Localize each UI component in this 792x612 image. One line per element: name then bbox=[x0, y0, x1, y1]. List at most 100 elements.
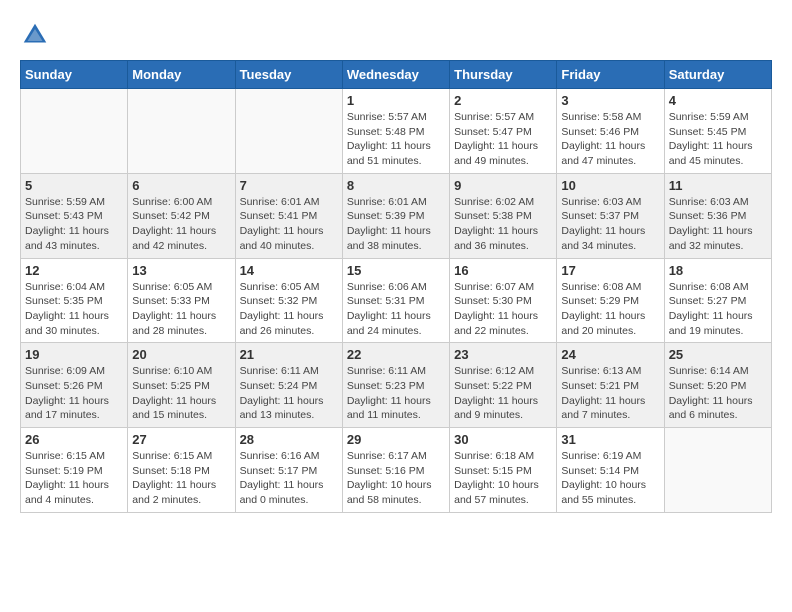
calendar-cell: 6 Sunrise: 6:00 AMSunset: 5:42 PMDaylight… bbox=[128, 173, 235, 258]
calendar-week-row: 19 Sunrise: 6:09 AMSunset: 5:26 PMDayligh… bbox=[21, 343, 772, 428]
day-info: Sunrise: 6:06 AMSunset: 5:31 PMDaylight:… bbox=[347, 280, 445, 339]
calendar-cell bbox=[664, 428, 771, 513]
calendar-cell: 5 Sunrise: 5:59 AMSunset: 5:43 PMDaylight… bbox=[21, 173, 128, 258]
calendar-cell bbox=[235, 89, 342, 174]
day-number: 19 bbox=[25, 347, 123, 362]
day-info: Sunrise: 6:05 AMSunset: 5:33 PMDaylight:… bbox=[132, 280, 230, 339]
day-number: 2 bbox=[454, 93, 552, 108]
day-info: Sunrise: 6:09 AMSunset: 5:26 PMDaylight:… bbox=[25, 364, 123, 423]
day-number: 6 bbox=[132, 178, 230, 193]
day-info: Sunrise: 5:58 AMSunset: 5:46 PMDaylight:… bbox=[561, 110, 659, 169]
day-number: 15 bbox=[347, 263, 445, 278]
day-info: Sunrise: 6:11 AMSunset: 5:24 PMDaylight:… bbox=[240, 364, 338, 423]
day-number: 1 bbox=[347, 93, 445, 108]
day-number: 3 bbox=[561, 93, 659, 108]
calendar-cell: 29Sunrise: 6:17 AMSunset: 5:16 PMDayligh… bbox=[342, 428, 449, 513]
calendar-cell: 21 Sunrise: 6:11 AMSunset: 5:24 PMDayligh… bbox=[235, 343, 342, 428]
day-info: Sunrise: 5:59 AMSunset: 5:45 PMDaylight:… bbox=[669, 110, 767, 169]
calendar-week-row: 12Sunrise: 6:04 AMSunset: 5:35 PMDayligh… bbox=[21, 258, 772, 343]
calendar-header-thursday: Thursday bbox=[450, 61, 557, 89]
day-info: Sunrise: 6:02 AMSunset: 5:38 PMDaylight:… bbox=[454, 195, 552, 254]
day-info: Sunrise: 6:16 AMSunset: 5:17 PMDaylight:… bbox=[240, 449, 338, 508]
day-number: 9 bbox=[454, 178, 552, 193]
calendar-header-saturday: Saturday bbox=[664, 61, 771, 89]
calendar-cell: 22Sunrise: 6:11 AMSunset: 5:23 PMDayligh… bbox=[342, 343, 449, 428]
calendar-cell: 9 Sunrise: 6:02 AMSunset: 5:38 PMDaylight… bbox=[450, 173, 557, 258]
logo bbox=[20, 20, 54, 50]
day-info: Sunrise: 6:18 AMSunset: 5:15 PMDaylight:… bbox=[454, 449, 552, 508]
day-number: 8 bbox=[347, 178, 445, 193]
day-info: Sunrise: 6:07 AMSunset: 5:30 PMDaylight:… bbox=[454, 280, 552, 339]
day-number: 28 bbox=[240, 432, 338, 447]
day-info: Sunrise: 6:13 AMSunset: 5:21 PMDaylight:… bbox=[561, 364, 659, 423]
calendar-cell: 27Sunrise: 6:15 AMSunset: 5:18 PMDayligh… bbox=[128, 428, 235, 513]
day-info: Sunrise: 6:08 AMSunset: 5:29 PMDaylight:… bbox=[561, 280, 659, 339]
day-info: Sunrise: 6:14 AMSunset: 5:20 PMDaylight:… bbox=[669, 364, 767, 423]
day-number: 21 bbox=[240, 347, 338, 362]
logo-icon bbox=[20, 20, 50, 50]
day-number: 20 bbox=[132, 347, 230, 362]
calendar-cell: 18 Sunrise: 6:08 AMSunset: 5:27 PMDayligh… bbox=[664, 258, 771, 343]
day-info: Sunrise: 6:19 AMSunset: 5:14 PMDaylight:… bbox=[561, 449, 659, 508]
day-number: 5 bbox=[25, 178, 123, 193]
day-number: 14 bbox=[240, 263, 338, 278]
calendar-cell: 28 Sunrise: 6:16 AMSunset: 5:17 PMDayligh… bbox=[235, 428, 342, 513]
calendar-cell: 3 Sunrise: 5:58 AMSunset: 5:46 PMDaylight… bbox=[557, 89, 664, 174]
calendar-cell: 23 Sunrise: 6:12 AMSunset: 5:22 PMDayligh… bbox=[450, 343, 557, 428]
day-number: 4 bbox=[669, 93, 767, 108]
calendar-header-row: SundayMondayTuesdayWednesdayThursdayFrid… bbox=[21, 61, 772, 89]
day-number: 31 bbox=[561, 432, 659, 447]
calendar-cell: 30 Sunrise: 6:18 AMSunset: 5:15 PMDayligh… bbox=[450, 428, 557, 513]
day-number: 24 bbox=[561, 347, 659, 362]
calendar-cell: 1Sunrise: 5:57 AMSunset: 5:48 PMDaylight… bbox=[342, 89, 449, 174]
calendar-cell: 17 Sunrise: 6:08 AMSunset: 5:29 PMDayligh… bbox=[557, 258, 664, 343]
calendar-cell: 20Sunrise: 6:10 AMSunset: 5:25 PMDayligh… bbox=[128, 343, 235, 428]
day-info: Sunrise: 6:00 AMSunset: 5:42 PMDaylight:… bbox=[132, 195, 230, 254]
day-number: 16 bbox=[454, 263, 552, 278]
day-info: Sunrise: 6:15 AMSunset: 5:18 PMDaylight:… bbox=[132, 449, 230, 508]
calendar-header-tuesday: Tuesday bbox=[235, 61, 342, 89]
day-info: Sunrise: 6:12 AMSunset: 5:22 PMDaylight:… bbox=[454, 364, 552, 423]
day-number: 17 bbox=[561, 263, 659, 278]
day-number: 18 bbox=[669, 263, 767, 278]
day-info: Sunrise: 6:08 AMSunset: 5:27 PMDaylight:… bbox=[669, 280, 767, 339]
calendar-cell: 15 Sunrise: 6:06 AMSunset: 5:31 PMDayligh… bbox=[342, 258, 449, 343]
day-info: Sunrise: 6:03 AMSunset: 5:37 PMDaylight:… bbox=[561, 195, 659, 254]
day-info: Sunrise: 6:05 AMSunset: 5:32 PMDaylight:… bbox=[240, 280, 338, 339]
calendar-cell: 13 Sunrise: 6:05 AMSunset: 5:33 PMDayligh… bbox=[128, 258, 235, 343]
day-number: 11 bbox=[669, 178, 767, 193]
calendar-cell: 24 Sunrise: 6:13 AMSunset: 5:21 PMDayligh… bbox=[557, 343, 664, 428]
calendar-week-row: 1Sunrise: 5:57 AMSunset: 5:48 PMDaylight… bbox=[21, 89, 772, 174]
day-info: Sunrise: 6:03 AMSunset: 5:36 PMDaylight:… bbox=[669, 195, 767, 254]
day-info: Sunrise: 6:01 AMSunset: 5:41 PMDaylight:… bbox=[240, 195, 338, 254]
day-info: Sunrise: 6:11 AMSunset: 5:23 PMDaylight:… bbox=[347, 364, 445, 423]
day-number: 7 bbox=[240, 178, 338, 193]
calendar-cell: 8 Sunrise: 6:01 AMSunset: 5:39 PMDaylight… bbox=[342, 173, 449, 258]
calendar-cell: 31 Sunrise: 6:19 AMSunset: 5:14 PMDayligh… bbox=[557, 428, 664, 513]
day-info: Sunrise: 6:04 AMSunset: 5:35 PMDaylight:… bbox=[25, 280, 123, 339]
calendar-header-monday: Monday bbox=[128, 61, 235, 89]
calendar-cell: 7 Sunrise: 6:01 AMSunset: 5:41 PMDaylight… bbox=[235, 173, 342, 258]
calendar-cell: 2 Sunrise: 5:57 AMSunset: 5:47 PMDaylight… bbox=[450, 89, 557, 174]
calendar-cell: 25Sunrise: 6:14 AMSunset: 5:20 PMDayligh… bbox=[664, 343, 771, 428]
calendar-cell: 12Sunrise: 6:04 AMSunset: 5:35 PMDayligh… bbox=[21, 258, 128, 343]
day-info: Sunrise: 6:15 AMSunset: 5:19 PMDaylight:… bbox=[25, 449, 123, 508]
calendar-week-row: 5 Sunrise: 5:59 AMSunset: 5:43 PMDaylight… bbox=[21, 173, 772, 258]
day-number: 10 bbox=[561, 178, 659, 193]
calendar-cell: 16 Sunrise: 6:07 AMSunset: 5:30 PMDayligh… bbox=[450, 258, 557, 343]
day-number: 26 bbox=[25, 432, 123, 447]
calendar-cell: 19 Sunrise: 6:09 AMSunset: 5:26 PMDayligh… bbox=[21, 343, 128, 428]
day-number: 30 bbox=[454, 432, 552, 447]
calendar-cell: 4 Sunrise: 5:59 AMSunset: 5:45 PMDaylight… bbox=[664, 89, 771, 174]
page-header bbox=[20, 20, 772, 50]
day-number: 13 bbox=[132, 263, 230, 278]
day-info: Sunrise: 6:01 AMSunset: 5:39 PMDaylight:… bbox=[347, 195, 445, 254]
calendar-header-wednesday: Wednesday bbox=[342, 61, 449, 89]
calendar-cell: 10 Sunrise: 6:03 AMSunset: 5:37 PMDayligh… bbox=[557, 173, 664, 258]
calendar-cell bbox=[128, 89, 235, 174]
calendar-cell: 14 Sunrise: 6:05 AMSunset: 5:32 PMDayligh… bbox=[235, 258, 342, 343]
day-info: Sunrise: 5:57 AMSunset: 5:47 PMDaylight:… bbox=[454, 110, 552, 169]
day-number: 23 bbox=[454, 347, 552, 362]
calendar-header-friday: Friday bbox=[557, 61, 664, 89]
day-info: Sunrise: 5:59 AMSunset: 5:43 PMDaylight:… bbox=[25, 195, 123, 254]
